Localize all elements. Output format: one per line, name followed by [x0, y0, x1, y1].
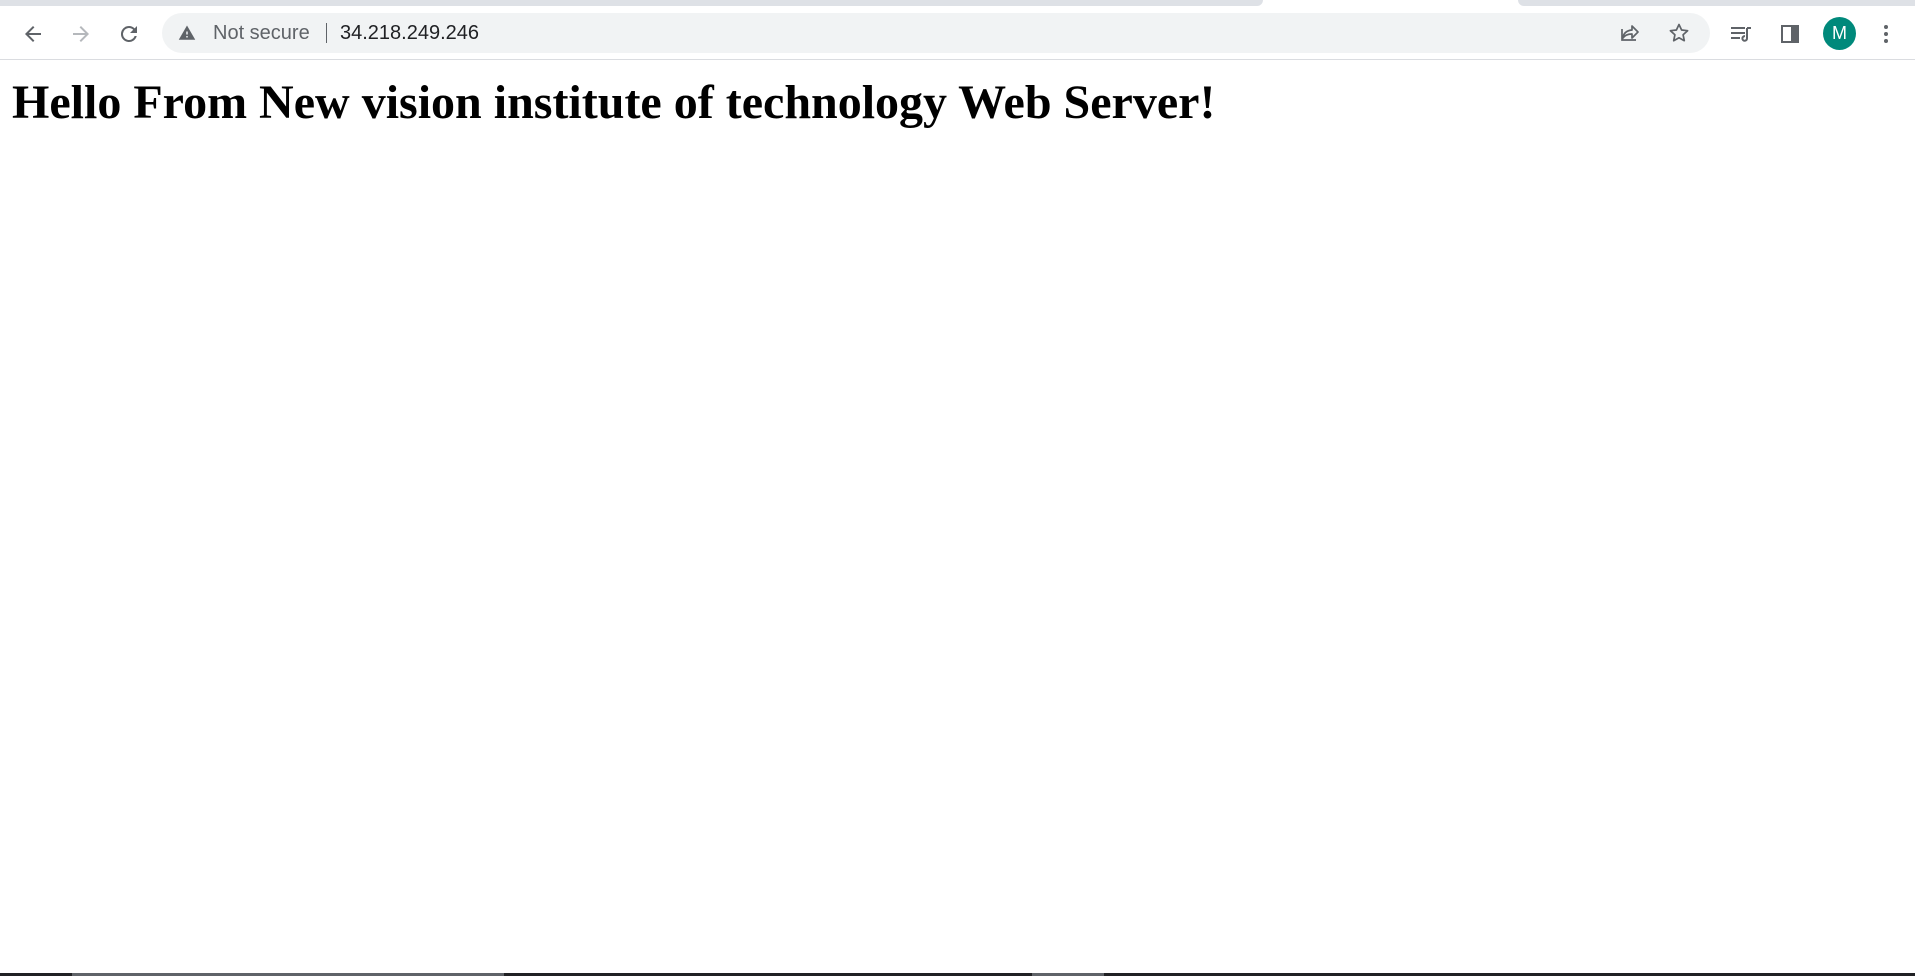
- back-arrow-icon: [25, 26, 41, 42]
- reading-list-button[interactable]: [1723, 16, 1759, 52]
- reload-icon: [120, 25, 137, 42]
- more-menu-button[interactable]: [1868, 16, 1904, 52]
- security-status-label[interactable]: Not secure: [213, 13, 310, 53]
- forward-button[interactable]: [63, 16, 99, 52]
- reading-list-icon: [1731, 27, 1751, 42]
- more-vert-icon: [1884, 25, 1888, 43]
- star-icon[interactable]: [1667, 21, 1691, 45]
- profile-avatar[interactable]: M: [1823, 17, 1856, 50]
- forward-arrow-icon: [73, 26, 89, 42]
- side-panel-button[interactable]: [1772, 16, 1808, 52]
- side-panel-icon: [1781, 25, 1799, 43]
- warning-icon[interactable]: [178, 24, 196, 42]
- reload-button[interactable]: [111, 16, 147, 52]
- page-content: Hello From New vision institute of techn…: [0, 61, 1915, 973]
- browser-toolbar: Not secure 34.218.249.246 M: [0, 6, 1915, 60]
- back-button[interactable]: [15, 16, 51, 52]
- omnibox-separator: [326, 23, 327, 43]
- url-text[interactable]: 34.218.249.246: [340, 13, 479, 53]
- share-icon[interactable]: [1618, 21, 1642, 45]
- address-bar[interactable]: Not secure 34.218.249.246: [162, 13, 1710, 53]
- page-heading: Hello From New vision institute of techn…: [12, 76, 1216, 129]
